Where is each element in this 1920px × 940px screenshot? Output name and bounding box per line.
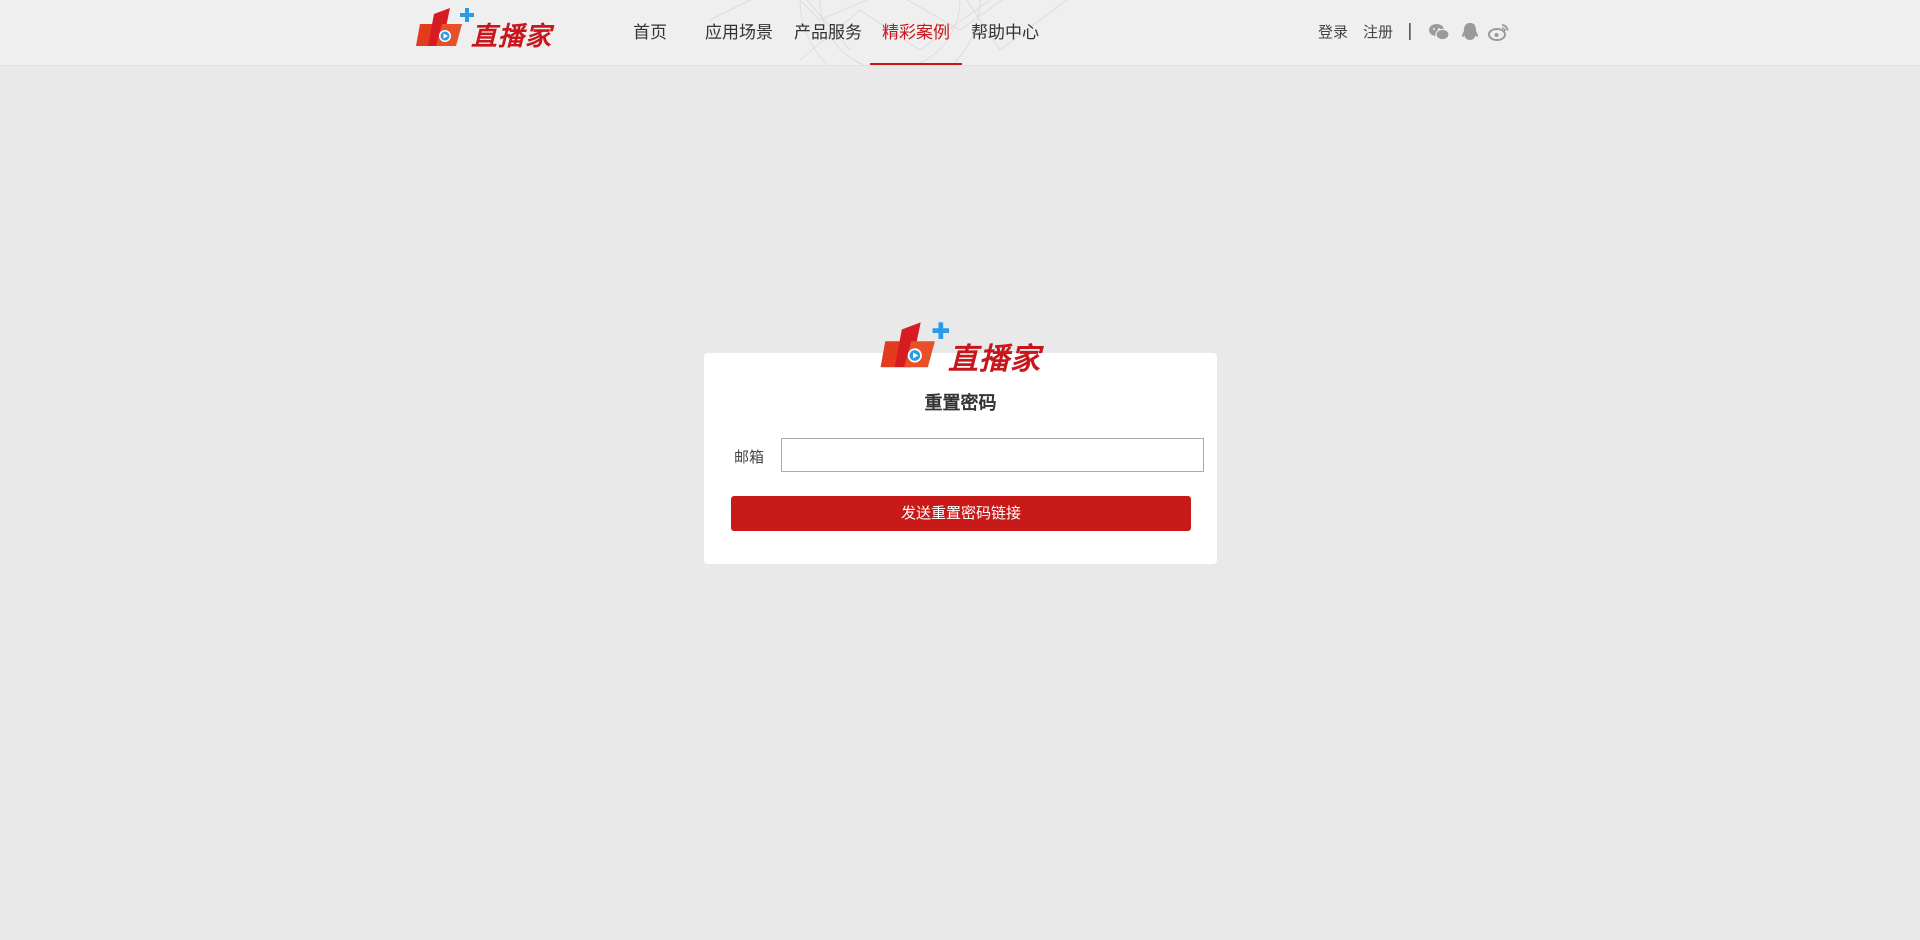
nav-item-help[interactable]: 帮助中心 <box>971 0 1039 65</box>
register-link[interactable]: 注册 <box>1363 0 1393 64</box>
nav-item-cases[interactable]: 精彩案例 <box>870 0 962 65</box>
logo-mark-icon <box>416 8 474 46</box>
site-logo[interactable]: 直播家 <box>416 6 556 52</box>
header-separator: | <box>1407 21 1413 41</box>
card-logo: 直播家 <box>878 320 1048 377</box>
wechat-icon[interactable] <box>1428 22 1450 42</box>
email-label: 邮箱 <box>734 448 765 466</box>
email-input[interactable] <box>781 438 1204 472</box>
logo-text: 直播家 <box>471 22 553 52</box>
logo-mark-icon <box>880 322 950 368</box>
qq-icon[interactable] <box>1459 22 1481 42</box>
send-reset-link-button[interactable]: 发送重置密码链接 <box>731 496 1191 531</box>
top-header: 直播家 首页 应用场景 产品服务 精彩案例 帮助中心 登录 注册 | <box>0 0 1920 66</box>
weibo-icon[interactable] <box>1488 22 1510 42</box>
card-title: 重置密码 <box>924 393 997 414</box>
login-link[interactable]: 登录 <box>1318 0 1348 64</box>
nav-item-products[interactable]: 产品服务 <box>794 0 862 65</box>
reset-password-card: 重置密码 邮箱 发送重置密码链接 <box>704 353 1217 564</box>
logo-text: 直播家 <box>948 342 1041 377</box>
nav-item-scenarios[interactable]: 应用场景 <box>705 0 773 65</box>
nav-item-home[interactable]: 首页 <box>633 0 667 65</box>
